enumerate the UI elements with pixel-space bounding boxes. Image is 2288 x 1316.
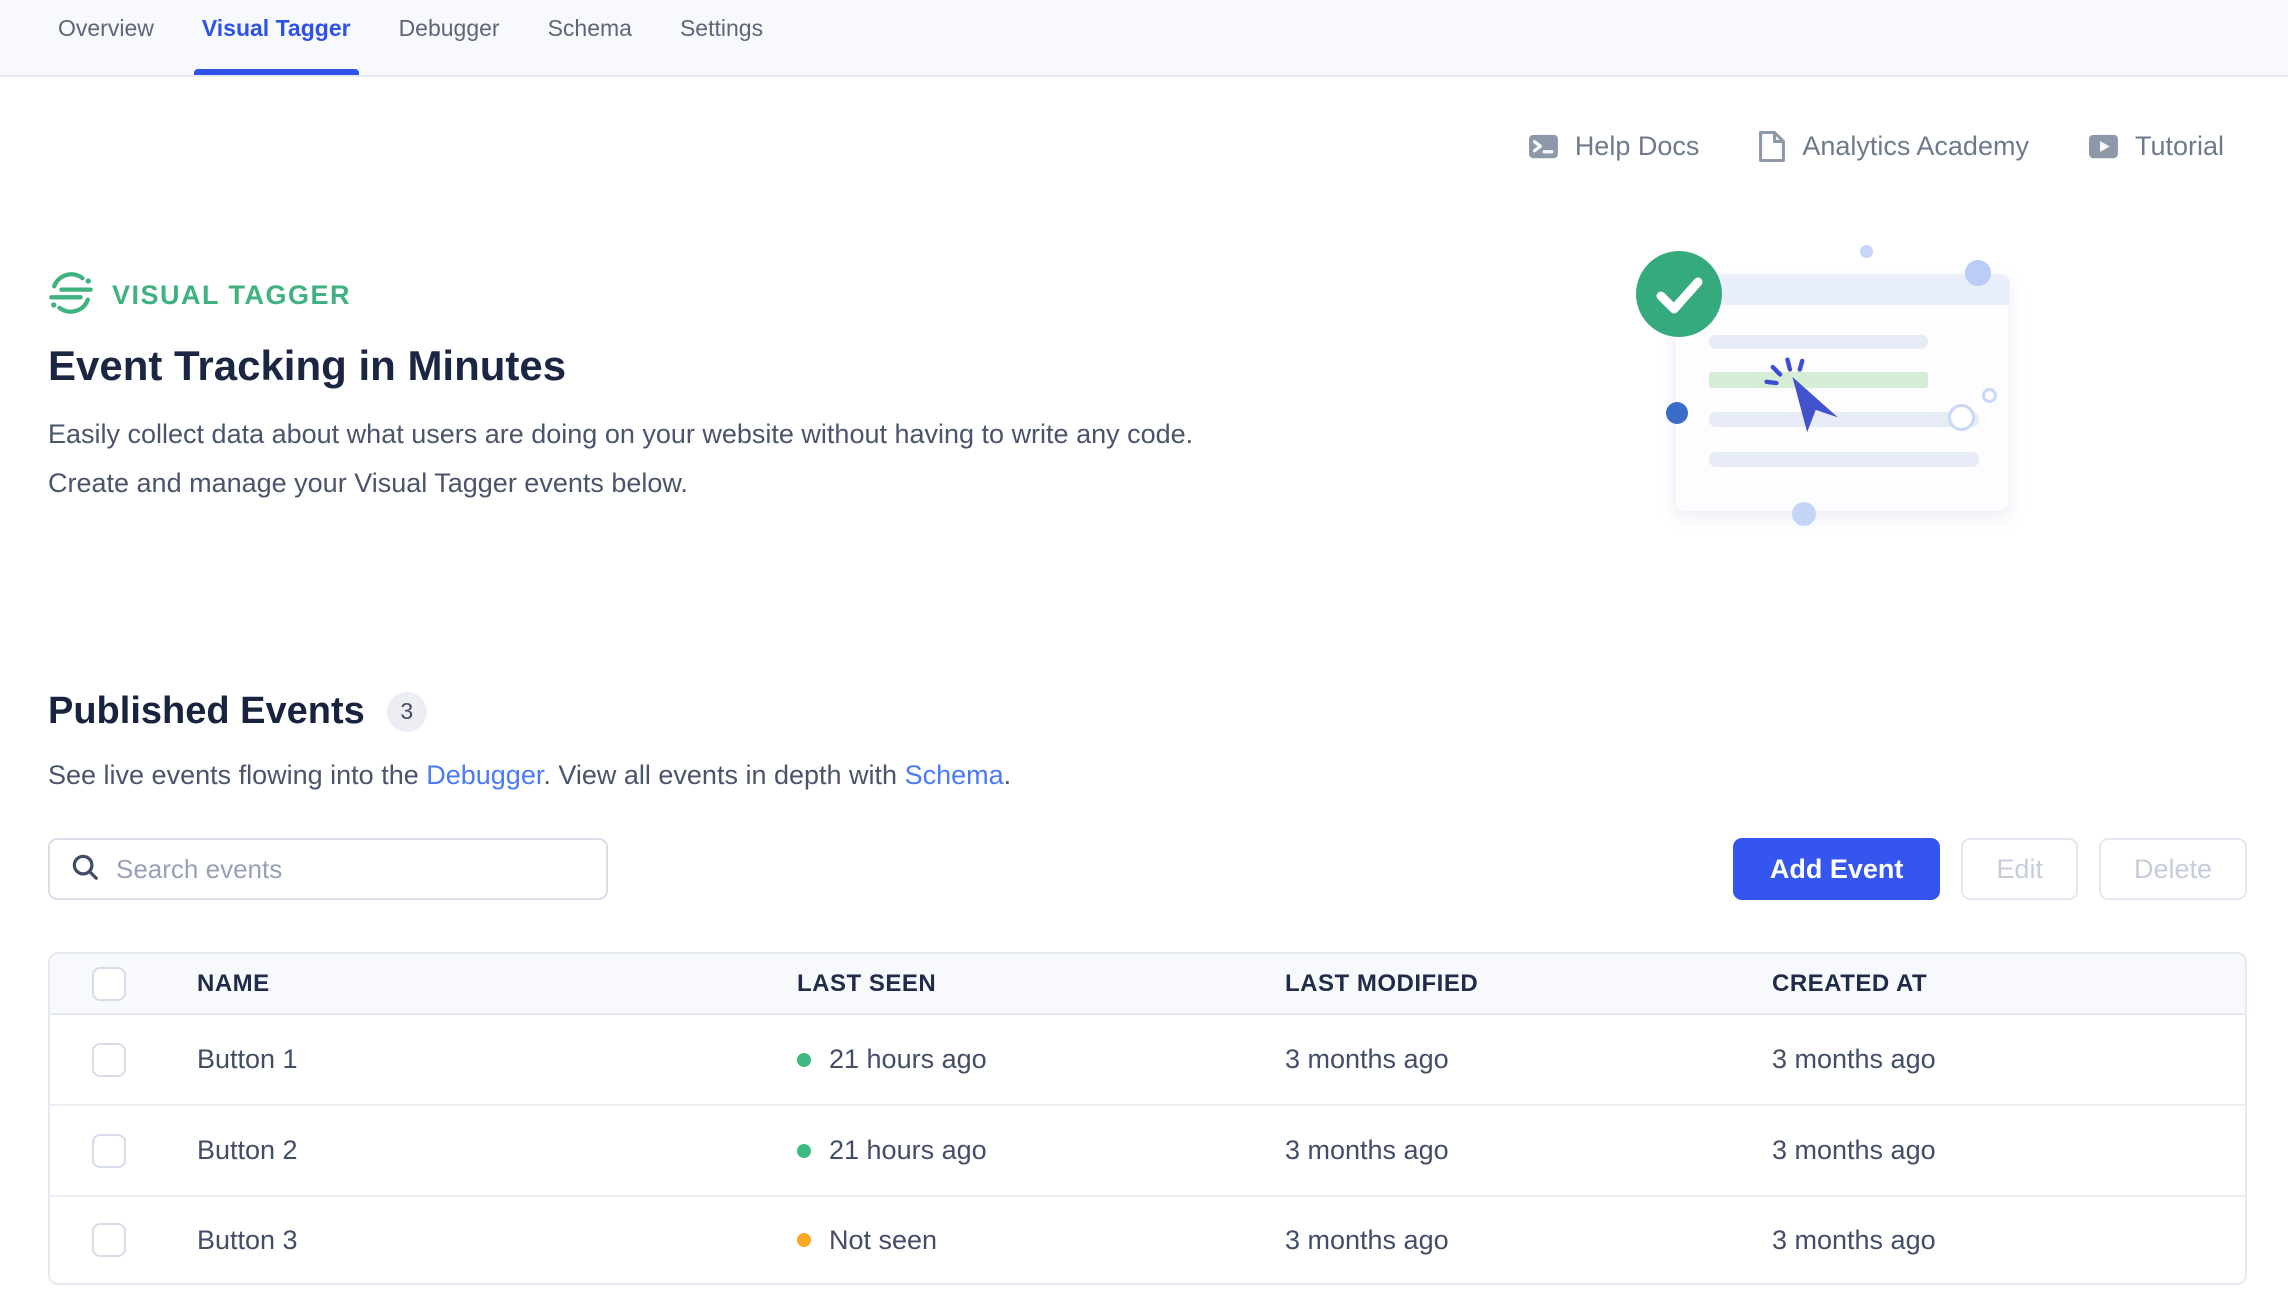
search-icon: [70, 852, 100, 887]
status-dot: [797, 1233, 811, 1247]
hero-illustration: [1630, 238, 2050, 538]
last-seen-text: Not seen: [829, 1225, 937, 1256]
created-at-cell: 3 months ago: [1772, 1044, 2245, 1075]
analytics-academy-link[interactable]: Analytics Academy: [1757, 130, 2029, 163]
last-modified-cell: 3 months ago: [1285, 1044, 1772, 1075]
published-events-title: Published Events: [48, 690, 365, 733]
visual-tagger-label: VISUAL TAGGER: [112, 280, 351, 311]
doc-links: Help Docs Analytics Academy Tutorial: [1527, 130, 2224, 163]
document-icon: [1757, 130, 1787, 163]
column-header-created-at: CREATED AT: [1772, 970, 2245, 998]
analytics-academy-label: Analytics Academy: [1802, 131, 2029, 162]
page-description: Easily collect data about what users are…: [48, 410, 1193, 508]
tab-visual-tagger[interactable]: Visual Tagger: [202, 15, 351, 75]
created-at-cell: 3 months ago: [1772, 1225, 2245, 1256]
last-modified-cell: 3 months ago: [1285, 1135, 1772, 1166]
event-name: Button 1: [197, 1044, 797, 1075]
column-header-last-seen: LAST SEEN: [797, 970, 1285, 998]
decorative-ring: [1948, 404, 1975, 431]
table-row[interactable]: Button 1 21 hours ago 3 months ago 3 mon…: [50, 1015, 2245, 1106]
illustration-line: [1709, 452, 1979, 467]
cursor-click-icon: [1758, 356, 1844, 447]
last-modified-cell: 3 months ago: [1285, 1225, 1772, 1256]
schema-link[interactable]: Schema: [905, 760, 1004, 790]
search-events-input[interactable]: [116, 854, 586, 885]
illustration-card-header: [1675, 275, 2009, 305]
segment-logo-icon: [48, 270, 94, 321]
subtext-middle: . View all events in depth with: [543, 760, 904, 790]
decorative-dot: [1965, 260, 1991, 286]
tab-debugger[interactable]: Debugger: [399, 15, 500, 75]
last-seen-cell: 21 hours ago: [797, 1135, 1285, 1166]
tutorial-link[interactable]: Tutorial: [2087, 130, 2224, 163]
debugger-link[interactable]: Debugger: [426, 760, 543, 790]
add-event-button[interactable]: Add Event: [1733, 838, 1941, 900]
video-icon: [2087, 130, 2120, 163]
subtext-suffix: .: [1004, 760, 1012, 790]
help-docs-link[interactable]: Help Docs: [1527, 130, 1700, 163]
delete-button[interactable]: Delete: [2099, 838, 2247, 900]
events-table: NAME LAST SEEN LAST MODIFIED CREATED AT …: [48, 952, 2247, 1285]
help-docs-label: Help Docs: [1575, 131, 1700, 162]
edit-button[interactable]: Edit: [1961, 838, 2078, 900]
page-title: Event Tracking in Minutes: [48, 342, 566, 390]
last-seen-text: 21 hours ago: [829, 1044, 987, 1075]
column-header-name: NAME: [197, 970, 797, 998]
illustration-line: [1709, 335, 1928, 349]
event-actions: Add Event Edit Delete: [1733, 838, 2247, 900]
illustration-line: [1709, 412, 1979, 427]
row-checkbox[interactable]: [92, 1134, 126, 1168]
top-nav: Overview Visual Tagger Debugger Schema S…: [0, 0, 2288, 77]
tab-settings[interactable]: Settings: [680, 15, 763, 75]
status-dot: [797, 1144, 811, 1158]
event-name: Button 2: [197, 1135, 797, 1166]
last-seen-cell: 21 hours ago: [797, 1044, 1285, 1075]
check-circle-icon: [1635, 250, 1723, 343]
decorative-ring: [1982, 388, 1997, 403]
status-dot: [797, 1053, 811, 1067]
search-events-box: [48, 838, 608, 900]
decorative-dot: [1792, 502, 1816, 526]
row-checkbox[interactable]: [92, 1043, 126, 1077]
row-checkbox[interactable]: [92, 1223, 126, 1257]
table-header-row: NAME LAST SEEN LAST MODIFIED CREATED AT: [50, 954, 2245, 1015]
description-line-1: Easily collect data about what users are…: [48, 410, 1193, 459]
visual-tagger-page: Overview Visual Tagger Debugger Schema S…: [0, 0, 2288, 1316]
visual-tagger-eyebrow: VISUAL TAGGER: [48, 270, 351, 321]
description-line-2: Create and manage your Visual Tagger eve…: [48, 459, 1193, 508]
tab-overview[interactable]: Overview: [58, 15, 154, 75]
last-seen-cell: Not seen: [797, 1225, 1285, 1256]
published-events-header: Published Events 3: [48, 690, 427, 733]
events-count-badge: 3: [387, 692, 427, 732]
column-header-last-modified: LAST MODIFIED: [1285, 970, 1772, 998]
tutorial-label: Tutorial: [2135, 131, 2224, 162]
event-name: Button 3: [197, 1225, 797, 1256]
table-row[interactable]: Button 2 21 hours ago 3 months ago 3 mon…: [50, 1106, 2245, 1197]
decorative-dot: [1860, 245, 1873, 258]
last-seen-text: 21 hours ago: [829, 1135, 987, 1166]
published-events-subtext: See live events flowing into the Debugge…: [48, 760, 1011, 791]
subtext-prefix: See live events flowing into the: [48, 760, 426, 790]
created-at-cell: 3 months ago: [1772, 1135, 2245, 1166]
select-all-checkbox[interactable]: [92, 967, 126, 1001]
tab-schema[interactable]: Schema: [548, 15, 632, 75]
table-row[interactable]: Button 3 Not seen 3 months ago 3 months …: [50, 1197, 2245, 1283]
decorative-dot: [1666, 402, 1688, 424]
terminal-icon: [1527, 130, 1560, 163]
